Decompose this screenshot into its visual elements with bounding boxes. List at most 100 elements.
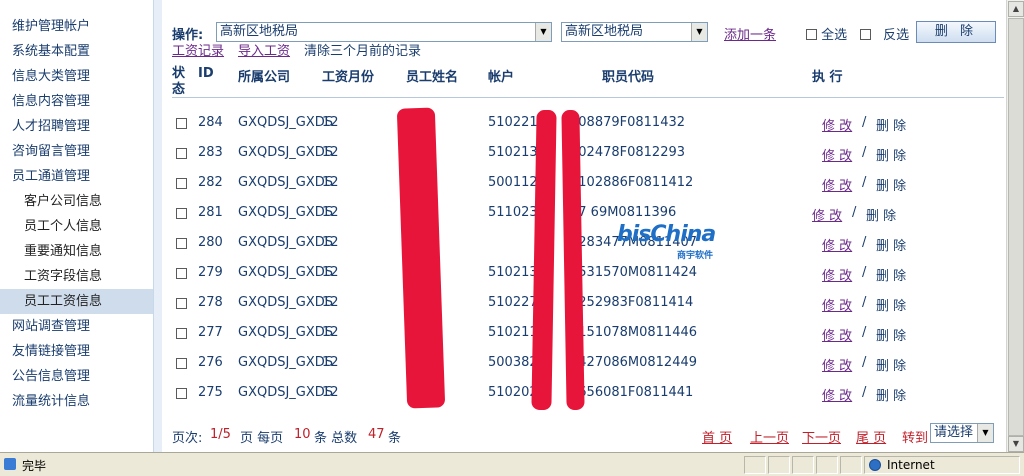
row-checkbox[interactable]	[176, 298, 187, 309]
row-code: 008879F0811432	[570, 115, 686, 130]
tab-import-salary[interactable]: 导入工资	[238, 40, 290, 59]
sidebar: 维护管理帐户 系统基本配置 信息大类管理 信息内容管理 人才招聘管理 咨询留言管…	[0, 0, 154, 452]
sidebar-item-employee-info[interactable]: 员工个人信息	[0, 214, 153, 239]
row-delete-link[interactable]: 删 除	[876, 265, 906, 284]
sidebar-item-survey[interactable]: 网站调查管理	[0, 314, 153, 339]
goto-select-value: 请选择	[934, 425, 974, 440]
sidebar-item-client-company[interactable]: 客户公司信息	[0, 189, 153, 214]
pagination: 页次: 1/5 页 每页 10 条 总数 47 条 首 页 上一页 下一页 尾 …	[172, 423, 1004, 446]
row-sep: /	[862, 175, 867, 190]
vertical-scrollbar[interactable]: ▲ ▼	[1006, 0, 1024, 452]
department-select-value: 高新区地税局	[565, 24, 644, 39]
zone-text: Internet	[887, 458, 935, 472]
row-delete-link[interactable]: 删 除	[876, 175, 906, 194]
row-edit-link[interactable]: 修 改	[822, 325, 852, 344]
main-panel: 操作: 高新区地税局 ▼ 高新区地税局 ▼ 添加一条 全选 反选 删 除 工资记…	[154, 0, 1006, 452]
status-segment	[744, 456, 766, 474]
prev-page-link[interactable]: 上一页	[750, 427, 789, 446]
row-delete-link[interactable]: 删 除	[876, 355, 906, 374]
header-account: 帐户	[488, 70, 515, 85]
row-edit-link[interactable]: 修 改	[822, 115, 852, 134]
row-checkbox[interactable]	[176, 268, 187, 279]
table-row: 276 GXQDSJ_GXDS 12 张 500382 8427086M0812…	[172, 348, 1004, 378]
first-page-link[interactable]: 首 页	[702, 427, 732, 446]
sidebar-item-system-config[interactable]: 系统基本配置	[0, 39, 153, 64]
row-edit-link[interactable]: 修 改	[822, 385, 852, 404]
row-account: 500382	[488, 355, 538, 370]
clear-old-records-link[interactable]: 清除三个月前的记录	[304, 40, 421, 59]
row-edit-link[interactable]: 修 改	[822, 145, 852, 164]
row-checkbox[interactable]	[176, 388, 187, 399]
next-page-link[interactable]: 下一页	[802, 427, 841, 446]
delete-button[interactable]: 删 除	[916, 21, 996, 43]
sidebar-item-announcements[interactable]: 公告信息管理	[0, 364, 153, 389]
sidebar-item-employee-channel[interactable]: 员工通道管理	[0, 164, 153, 189]
scroll-thumb[interactable]	[1008, 18, 1024, 436]
sidebar-item-admin-accounts[interactable]: 维护管理帐户	[0, 14, 153, 39]
row-edit-link[interactable]: 修 改	[822, 265, 852, 284]
header-name: 员工姓名	[406, 70, 459, 85]
row-company: GXQDSJ_GXDS	[238, 175, 334, 190]
table-row: 275 GXQDSJ_GXDS 12 5102021 0656081F08114…	[172, 378, 1004, 408]
sidebar-item-employee-salary[interactable]: 员工工资信息	[0, 289, 153, 314]
row-checkbox[interactable]	[176, 358, 187, 369]
sidebar-item-categories[interactable]: 信息大类管理	[0, 64, 153, 89]
scroll-down-icon[interactable]: ▼	[1008, 436, 1024, 452]
row-edit-link[interactable]: 修 改	[822, 355, 852, 374]
sidebar-item-notices[interactable]: 重要通知信息	[0, 239, 153, 264]
table-row: 284 GXQDSJ_GXDS 12 5102211 008879F081143…	[172, 108, 1004, 138]
sidebar-item-salary-fields[interactable]: 工资字段信息	[0, 264, 153, 289]
row-edit-link[interactable]: 修 改	[812, 205, 842, 224]
select-all-group[interactable]: 全选	[806, 24, 847, 43]
sidebar-item-links[interactable]: 友情链接管理	[0, 339, 153, 364]
invert-group[interactable]: 反选	[860, 24, 909, 43]
row-checkbox[interactable]	[176, 118, 187, 129]
invert-checkbox[interactable]	[860, 29, 871, 40]
row-checkbox[interactable]	[176, 178, 187, 189]
zone-segment: Internet	[864, 456, 1020, 474]
add-record-link[interactable]: 添加一条	[724, 24, 776, 43]
row-delete-link[interactable]: 删 除	[866, 205, 896, 224]
header-code: 职员代码	[602, 70, 655, 85]
sidebar-item-content[interactable]: 信息内容管理	[0, 89, 153, 114]
row-delete-link[interactable]: 删 除	[876, 385, 906, 404]
sidebar-item-traffic[interactable]: 流量统计信息	[0, 389, 153, 414]
header-action: 执 行	[812, 70, 843, 85]
row-delete-link[interactable]: 删 除	[876, 295, 906, 314]
header-status: 状态	[172, 66, 186, 97]
status-segment	[816, 456, 838, 474]
row-id: 277	[198, 325, 223, 340]
row-sep: /	[862, 265, 867, 280]
row-checkbox[interactable]	[176, 238, 187, 249]
department-select[interactable]: 高新区地税局 ▼	[561, 22, 708, 42]
row-edit-link[interactable]: 修 改	[822, 295, 852, 314]
row-delete-link[interactable]: 删 除	[876, 145, 906, 164]
sidebar-item-recruit[interactable]: 人才招聘管理	[0, 114, 153, 139]
row-code: 4252983F0811414	[570, 295, 694, 310]
watermark-logo: bisChina 商宇软件	[617, 222, 716, 261]
row-checkbox[interactable]	[176, 208, 187, 219]
row-delete-link[interactable]: 删 除	[876, 325, 906, 344]
row-edit-link[interactable]: 修 改	[822, 235, 852, 254]
company-select[interactable]: 高新区地税局 ▼	[216, 22, 552, 42]
row-sep: /	[862, 115, 867, 130]
row-month: 12	[322, 355, 339, 370]
row-edit-link[interactable]: 修 改	[822, 175, 852, 194]
status-text: 完毕	[22, 459, 47, 473]
select-all-checkbox[interactable]	[806, 29, 817, 40]
tab-salary-records[interactable]: 工资记录	[172, 40, 224, 59]
watermark-sub: 商宇软件	[677, 251, 714, 261]
sidebar-item-consult[interactable]: 咨询留言管理	[0, 139, 153, 164]
salary-table-body: 284 GXQDSJ_GXDS 12 5102211 008879F081143…	[172, 108, 1004, 408]
last-page-link[interactable]: 尾 页	[856, 427, 886, 446]
row-id: 275	[198, 385, 223, 400]
row-checkbox[interactable]	[176, 148, 187, 159]
row-company: GXQDSJ_GXDS	[238, 235, 334, 250]
scroll-up-icon[interactable]: ▲	[1008, 1, 1024, 17]
row-id: 278	[198, 295, 223, 310]
row-checkbox[interactable]	[176, 328, 187, 339]
row-code: 2531570M0811424	[570, 265, 698, 280]
goto-page-select[interactable]: 请选择 ▼	[930, 423, 994, 443]
row-delete-link[interactable]: 删 除	[876, 235, 906, 254]
row-delete-link[interactable]: 删 除	[876, 115, 906, 134]
